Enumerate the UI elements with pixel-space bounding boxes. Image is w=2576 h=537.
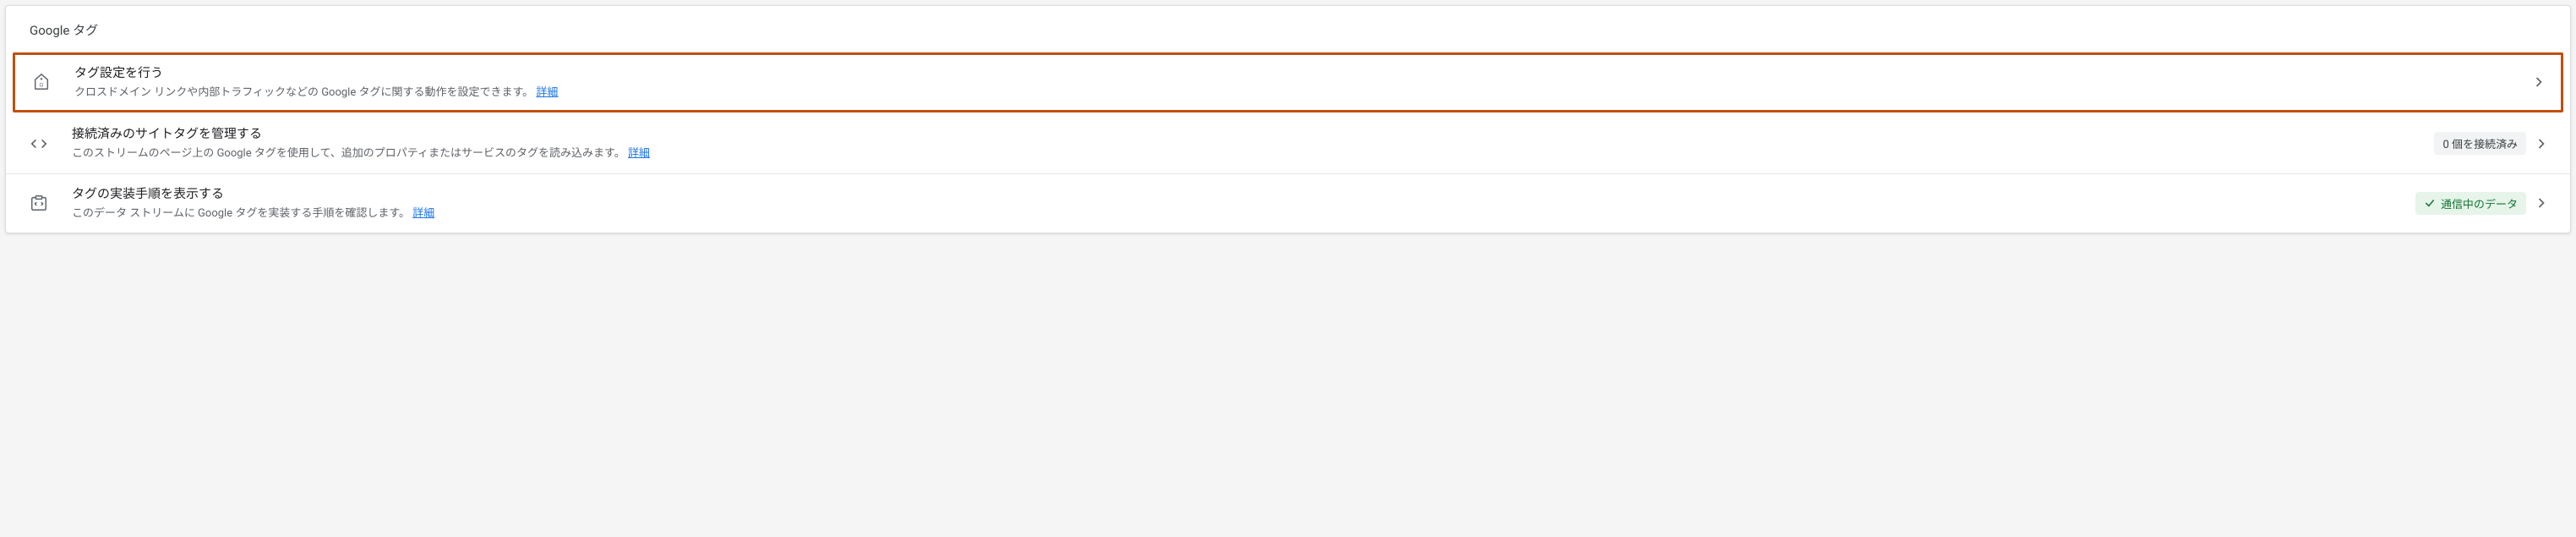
connected-count-badge: 0 個を接続済み xyxy=(2434,132,2526,155)
status-badge: 通信中のデータ xyxy=(2415,192,2526,215)
tag-icon: G xyxy=(32,73,74,91)
chevron-right-icon xyxy=(2533,195,2550,211)
row-desc: このデータ ストリームに Google タグを実装する手順を確認します。 詳細 xyxy=(72,205,2402,222)
row-badges: 0 個を接続済み xyxy=(2434,132,2526,155)
connect-icon xyxy=(30,134,72,153)
code-box-icon xyxy=(30,194,72,212)
section-header: Google タグ xyxy=(6,6,2570,51)
row-badges: 通信中のデータ xyxy=(2415,192,2526,215)
row-text: タグ設定を行う クロスドメイン リンクや内部トラフィックなどの Google タ… xyxy=(74,63,2524,101)
row-configure-tag-settings[interactable]: G タグ設定を行う クロスドメイン リンクや内部トラフィックなどの Google… xyxy=(13,52,2563,112)
svg-text:G: G xyxy=(40,83,44,89)
section-title: Google タグ xyxy=(30,23,98,38)
check-icon xyxy=(2424,197,2436,209)
chevron-right-icon xyxy=(2533,135,2550,152)
row-title: タグの実装手順を表示する xyxy=(72,184,2402,202)
row-text: タグの実装手順を表示する このデータ ストリームに Google タグを実装する… xyxy=(72,184,2402,222)
google-tag-card: Google タグ G タグ設定を行う クロスドメイン リンクや内部トラフィック… xyxy=(5,5,2571,233)
row-text: 接続済みのサイトタグを管理する このストリームのページ上の Google タグを… xyxy=(72,124,2420,162)
row-title: タグ設定を行う xyxy=(74,63,2524,81)
detail-link[interactable]: 詳細 xyxy=(536,86,558,99)
row-desc: クロスドメイン リンクや内部トラフィックなどの Google タグに関する動作を… xyxy=(74,85,2524,101)
row-manage-connected-tags[interactable]: 接続済みのサイトタグを管理する このストリームのページ上の Google タグを… xyxy=(6,114,2570,173)
detail-link[interactable]: 詳細 xyxy=(412,207,434,220)
row-desc: このストリームのページ上の Google タグを使用して、追加のプロパティまたは… xyxy=(72,145,2420,162)
chevron-right-icon xyxy=(2530,74,2547,90)
detail-link[interactable]: 詳細 xyxy=(628,147,650,160)
row-title: 接続済みのサイトタグを管理する xyxy=(72,124,2420,142)
row-view-tag-instructions[interactable]: タグの実装手順を表示する このデータ ストリームに Google タグを実装する… xyxy=(6,173,2570,233)
